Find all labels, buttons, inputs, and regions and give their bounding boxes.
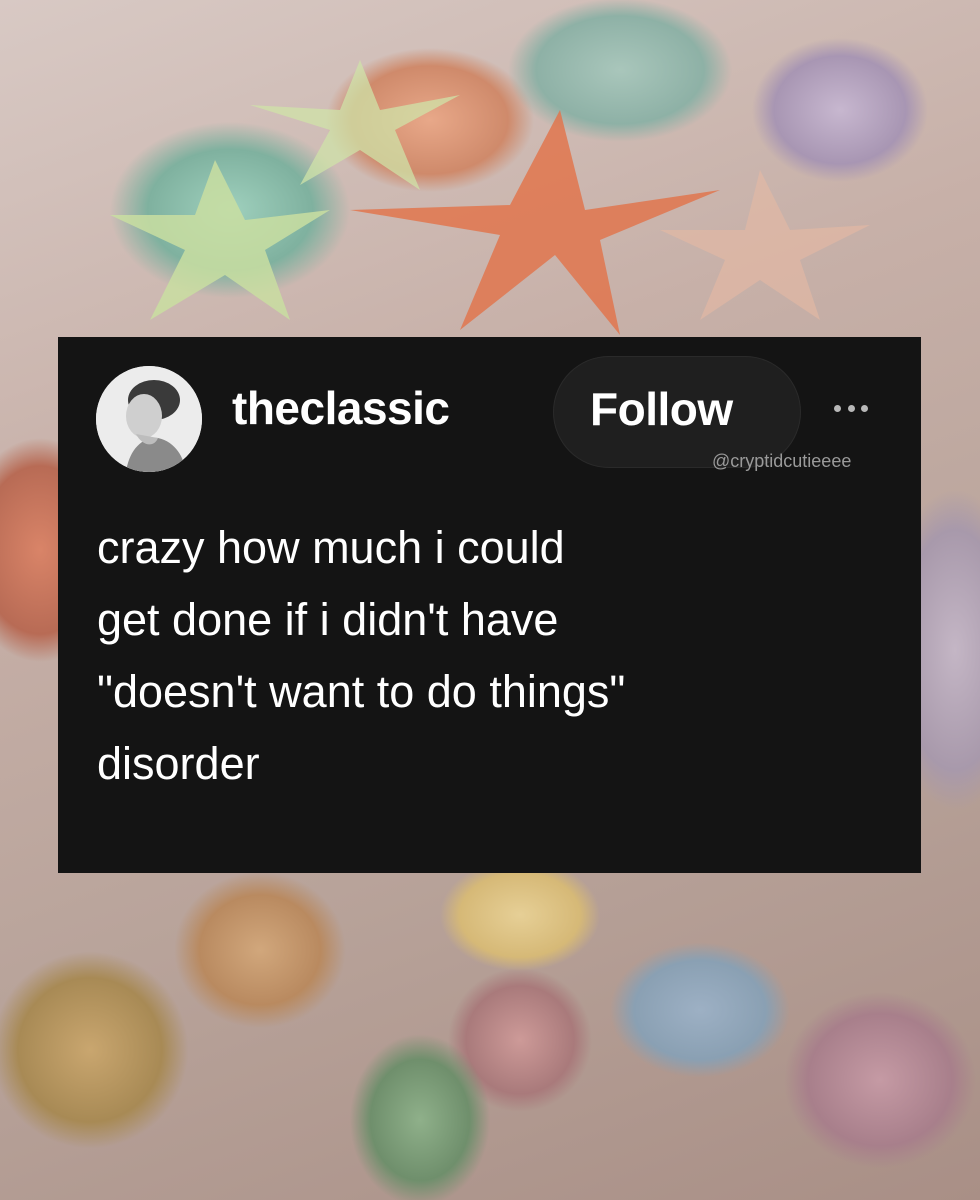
post-body: crazy how much i could get done if i did… [97,525,897,813]
post-line: get done if i didn't have [97,594,559,645]
post-line: crazy how much i could [97,522,565,573]
avatar-portrait-icon [96,366,202,472]
more-dot [861,404,868,412]
post-line: "doesn't want to do things" [97,666,626,717]
watermark-handle: @cryptidcutieeee [712,451,852,471]
username[interactable]: theclassic [232,385,450,431]
post-line: disorder [97,738,260,789]
more-dot [847,404,855,412]
profile-avatar[interactable] [96,366,202,472]
more-horizontal-icon[interactable] [834,403,868,413]
more-dot [834,404,841,412]
follow-button-label[interactable]: Follow [590,386,733,432]
